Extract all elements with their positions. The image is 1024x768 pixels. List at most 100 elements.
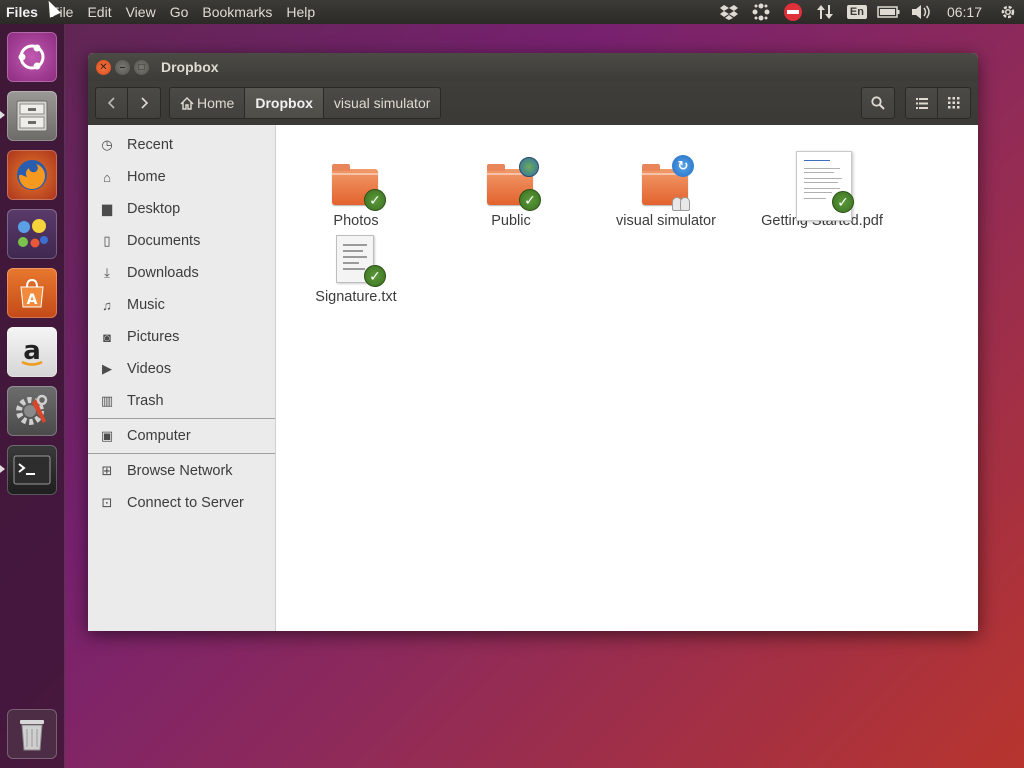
network-dots-icon[interactable]: [745, 0, 777, 24]
crumb-visual-simulator-label: visual simulator: [333, 95, 431, 111]
sync-check-icon: ✓: [364, 189, 386, 211]
file-view[interactable]: ✓ Photos ✓ Public ↻ visual simulator ✓ G…: [277, 125, 978, 631]
file-name: Public: [491, 213, 531, 229]
sidebar-item-computer[interactable]: ▣ Computer: [88, 420, 275, 452]
home-icon: ⌂: [103, 169, 111, 185]
trash-icon: ▥: [100, 393, 114, 408]
system-settings-icon[interactable]: [7, 386, 57, 436]
sidebar-item-browse-network[interactable]: ⊞ Browse Network: [88, 455, 275, 487]
computer-icon: ▣: [100, 428, 114, 443]
file-item-public[interactable]: ✓ Public: [436, 157, 586, 229]
back-button[interactable]: [96, 88, 128, 118]
ubuntu-dash-icon[interactable]: [7, 32, 57, 82]
download-icon: ⤓: [104, 265, 110, 280]
volume-icon[interactable]: [905, 0, 937, 24]
search-button-group: [861, 87, 895, 119]
indicator-area: En 06:17: [713, 0, 1024, 24]
places-sidebar: ◷ Recent ⌂ Home ▆ Desktop ▯ Documents ⤓ Downl…: [88, 125, 276, 631]
crumb-dropbox-label: Dropbox: [255, 95, 313, 111]
sidebar-item-home[interactable]: ⌂ Home: [88, 161, 275, 193]
sidebar-item-videos[interactable]: ▶ Videos: [88, 353, 275, 385]
software-center-icon[interactable]: A: [7, 268, 57, 318]
window-titlebar[interactable]: ✕ – □ Dropbox: [88, 53, 978, 81]
folder-icon: ✓: [330, 159, 386, 211]
sidebar-item-label: Trash: [127, 393, 164, 409]
sidebar-item-trash[interactable]: ▥ Trash: [88, 385, 275, 417]
list-view-button[interactable]: [906, 88, 938, 118]
file-name: Signature.txt: [315, 289, 397, 305]
keyboard-layout: En: [846, 5, 867, 19]
files-app-icon[interactable]: [7, 91, 57, 141]
minimize-window-button[interactable]: –: [115, 59, 130, 75]
svg-text:a: a: [23, 336, 41, 366]
menu-help[interactable]: Help: [279, 4, 322, 20]
shared-folder-icon: ↻: [640, 155, 694, 211]
window-title: Dropbox: [161, 59, 219, 75]
sidebar-item-connect-server[interactable]: ⊡ Connect to Server: [88, 487, 275, 519]
search-button[interactable]: [862, 88, 894, 118]
file-item-getting-started[interactable]: ✓ Getting Started.pdf: [747, 151, 897, 229]
text-file-icon: ✓: [330, 235, 386, 287]
menu-go[interactable]: Go: [163, 4, 196, 20]
file-item-visual-simulator[interactable]: ↻ visual simulator: [591, 155, 741, 229]
crumb-home[interactable]: Home: [170, 88, 246, 118]
close-window-button[interactable]: ✕: [96, 59, 111, 75]
sidebar-item-label: Pictures: [127, 329, 180, 345]
breadcrumb: Home Dropbox visual simulator: [169, 87, 442, 119]
amazon-icon[interactable]: a: [7, 327, 57, 377]
sidebar-item-label: Computer: [127, 428, 191, 444]
minimize-icon: –: [119, 61, 126, 73]
sidebar-item-recent[interactable]: ◷ Recent: [88, 129, 275, 161]
active-app-pip: [0, 111, 5, 119]
chevron-right-icon: [141, 97, 149, 109]
crumb-home-label: Home: [197, 95, 235, 111]
toolbar: Home Dropbox visual simulator: [88, 81, 978, 125]
menu-bookmarks[interactable]: Bookmarks: [195, 4, 279, 20]
app-name[interactable]: Files: [0, 4, 44, 20]
menu-view[interactable]: View: [119, 4, 163, 20]
crumb-dropbox[interactable]: Dropbox: [245, 88, 324, 118]
shared-users-icon: [672, 193, 692, 211]
file-item-signature[interactable]: ✓ Signature.txt: [281, 235, 431, 305]
file-name: visual simulator: [616, 213, 716, 229]
sidebar-item-pictures[interactable]: ◙ Pictures: [88, 321, 275, 353]
crumb-visual-simulator[interactable]: visual simulator: [324, 88, 440, 118]
sidebar-item-documents[interactable]: ▯ Documents: [88, 225, 275, 257]
terminal-running-pip: [0, 465, 5, 473]
menu-edit[interactable]: Edit: [80, 4, 118, 20]
sidebar-item-music[interactable]: ♫ Music: [88, 289, 275, 321]
battery-icon[interactable]: [873, 0, 905, 24]
file-item-photos[interactable]: ✓ Photos: [281, 159, 431, 229]
forward-button[interactable]: [128, 88, 160, 118]
sidebar-item-label: Downloads: [127, 265, 199, 281]
terminal-icon[interactable]: [7, 445, 57, 495]
list-view-icon: [915, 97, 928, 109]
pdf-file-icon: ✓: [796, 151, 854, 221]
maximize-window-button[interactable]: □: [134, 59, 149, 75]
file-manager-window: ✕ – □ Dropbox Home Dropbox visual simula…: [88, 53, 978, 631]
sidebar-item-label: Documents: [127, 233, 201, 249]
sidebar-item-downloads[interactable]: ⤓ Downloads: [88, 257, 275, 289]
network-transfer-icon[interactable]: [809, 0, 841, 24]
keyboard-icon[interactable]: En: [841, 0, 873, 24]
trash-launcher-icon[interactable]: [7, 709, 57, 759]
home-icon: [180, 96, 194, 110]
sidebar-item-label: Music: [127, 297, 165, 313]
dnd-icon[interactable]: [777, 0, 809, 24]
sidebar-item-label: Browse Network: [127, 463, 233, 479]
sync-check-icon: ✓: [364, 265, 386, 287]
network-icon: ⊞: [101, 463, 113, 478]
syncing-icon: ↻: [672, 155, 694, 177]
sidebar-item-label: Desktop: [127, 201, 181, 217]
grid-view-button[interactable]: [938, 88, 970, 118]
server-icon: ⊡: [101, 495, 113, 510]
sidebar-item-desktop[interactable]: ▆ Desktop: [88, 193, 275, 225]
toolbar-right: [861, 87, 971, 119]
session-gear-icon[interactable]: [992, 0, 1024, 24]
dropbox-icon[interactable]: [713, 0, 745, 24]
firefox-icon[interactable]: [7, 150, 57, 200]
clock[interactable]: 06:17: [937, 4, 992, 20]
libreoffice-icon[interactable]: [7, 209, 57, 259]
video-icon: ▶: [102, 361, 112, 376]
file-name: Photos: [333, 213, 379, 229]
